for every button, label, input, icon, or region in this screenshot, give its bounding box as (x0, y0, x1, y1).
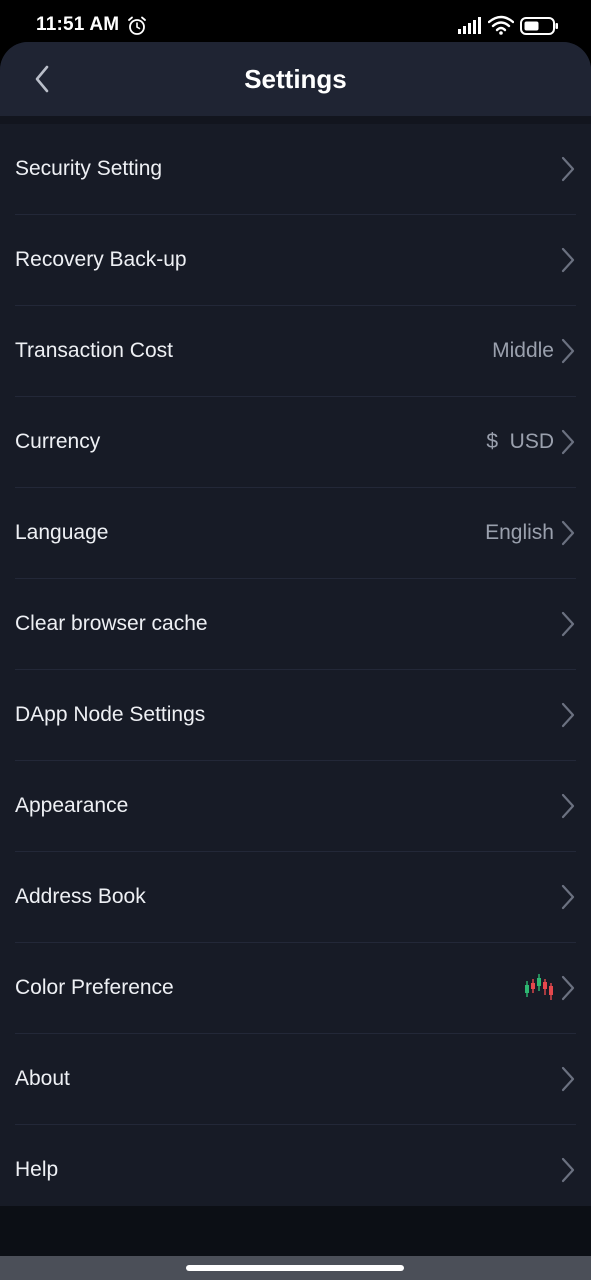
alarm-icon (128, 16, 146, 35)
page-title: Settings (244, 64, 347, 94)
status-bar: 11:51 AM (0, 0, 591, 44)
row-label: Security Setting (15, 157, 163, 180)
row-label: Address Book (15, 885, 146, 908)
setting-row-help[interactable]: Help (15, 1125, 576, 1215)
row-label: Appearance (15, 794, 129, 817)
status-time: 11:51 AM (36, 14, 120, 35)
row-value: English (485, 521, 554, 544)
row-label: Help (15, 1158, 59, 1181)
system-navigation-bar (0, 1256, 591, 1280)
setting-row-dapp-node-settings[interactable]: DApp Node Settings (15, 670, 576, 761)
chevron-right-icon (561, 793, 575, 819)
chevron-right-icon (561, 1066, 575, 1092)
chevron-right-icon (561, 702, 575, 728)
header-divider (0, 116, 591, 124)
setting-row-language[interactable]: Language English (15, 488, 576, 579)
row-label: Transaction Cost (15, 339, 173, 362)
chevron-right-icon (561, 975, 575, 1001)
row-label: Currency (15, 430, 101, 453)
row-value: Middle (492, 339, 554, 362)
row-label: Recovery Back-up (15, 248, 187, 271)
setting-row-recovery-backup[interactable]: Recovery Back-up (15, 215, 576, 306)
row-label: Clear browser cache (15, 612, 208, 635)
wifi-icon (488, 15, 514, 35)
setting-row-transaction-cost[interactable]: Transaction Cost Middle (15, 306, 576, 397)
setting-row-appearance[interactable]: Appearance (15, 761, 576, 852)
chevron-right-icon (561, 884, 575, 910)
candlestick-icon (525, 974, 553, 1000)
setting-row-color-preference[interactable]: Color Preference (15, 943, 576, 1034)
footer-area (0, 1206, 591, 1256)
chevron-right-icon (561, 429, 575, 455)
chevron-right-icon (561, 338, 575, 364)
home-indicator[interactable] (186, 1265, 404, 1271)
chevron-right-icon (561, 611, 575, 637)
setting-row-currency[interactable]: Currency $ USD (15, 397, 576, 488)
setting-row-about[interactable]: About (15, 1034, 576, 1125)
chevron-right-icon (561, 1157, 575, 1183)
settings-list: Security Setting Recovery Back-up Transa… (0, 124, 591, 1215)
row-label: Color Preference (15, 976, 174, 999)
setting-row-address-book[interactable]: Address Book (15, 852, 576, 943)
setting-row-clear-browser-cache[interactable]: Clear browser cache (15, 579, 576, 670)
header-bar: Settings (0, 42, 591, 116)
chevron-right-icon (561, 156, 575, 182)
row-label: About (15, 1067, 70, 1090)
settings-card: Settings Security Setting Recovery Back-… (0, 42, 591, 1280)
signal-icon (458, 17, 481, 34)
chevron-right-icon (561, 247, 575, 273)
setting-row-security[interactable]: Security Setting (15, 124, 576, 215)
phone-screen: 11:51 AM Settings Security Setting Recov… (0, 0, 591, 1280)
battery-icon (520, 17, 558, 35)
row-label: DApp Node Settings (15, 703, 206, 726)
row-label: Language (15, 521, 109, 544)
chevron-right-icon (561, 520, 575, 546)
row-value: $ USD (486, 430, 554, 453)
